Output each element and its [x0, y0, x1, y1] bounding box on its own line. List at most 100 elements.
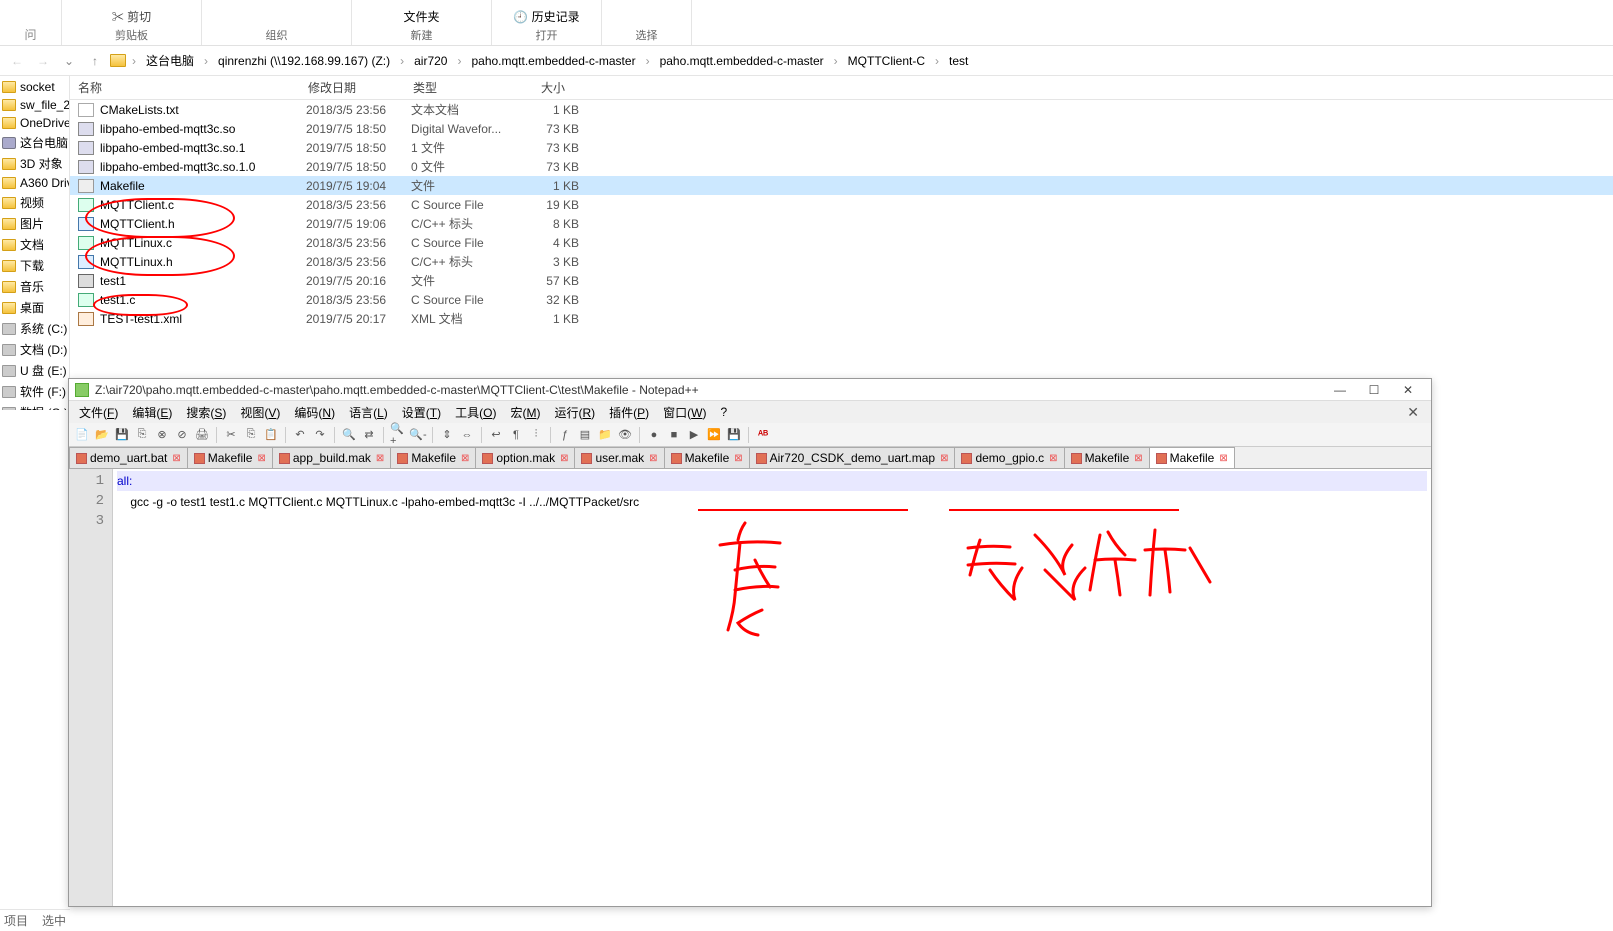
col-type[interactable]: 类型 — [405, 75, 513, 100]
folder-tree[interactable]: socketsw_file_2019OneDrive这台电脑3D 对象A360 … — [0, 76, 70, 410]
npp-tab[interactable]: Air720_CSDK_demo_uart.map⊠ — [749, 447, 956, 468]
code-area[interactable]: all: gcc -g -o test1 test1.c MQTTClient.… — [113, 469, 1431, 906]
npp-tab[interactable]: Makefile⊠ — [390, 447, 476, 468]
npp-tab[interactable]: Makefile⊠ — [664, 447, 750, 468]
tree-item[interactable]: A360 Drive — [0, 174, 69, 192]
npp-menu-item[interactable]: ? — [714, 403, 733, 421]
breadcrumb[interactable]: › 这台电脑› qinrenzhi (\\192.168.99.167) (Z:… — [130, 50, 1607, 71]
nav-back-icon[interactable]: ← — [6, 50, 28, 72]
file-row[interactable]: test12019/7/5 20:16文件57 KB — [70, 271, 1613, 290]
save-all-icon[interactable]: ⎘ — [133, 426, 151, 444]
minimize-button[interactable]: — — [1323, 380, 1357, 400]
play-multi-icon[interactable]: ⏩ — [705, 426, 723, 444]
file-row[interactable]: Makefile2019/7/5 19:04文件1 KB — [70, 176, 1613, 195]
npp-menu-item[interactable]: 运行(R) — [548, 402, 601, 423]
nav-forward-icon[interactable]: → — [32, 50, 54, 72]
indent-guide-icon[interactable]: ⫶ — [527, 426, 545, 444]
undo-icon[interactable]: ↶ — [291, 426, 309, 444]
npp-titlebar[interactable]: Z:\air720\paho.mqtt.embedded-c-master\pa… — [69, 379, 1431, 401]
file-row[interactable]: MQTTLinux.c2018/3/5 23:56C Source File4 … — [70, 233, 1613, 252]
crumb-drive[interactable]: qinrenzhi (\\192.168.99.167) (Z:) — [212, 52, 396, 70]
sync-h-icon[interactable]: ⇔ — [458, 426, 476, 444]
npp-tab[interactable]: Makefile⊠ — [187, 447, 273, 468]
npp-menu-item[interactable]: 窗口(W) — [657, 402, 712, 423]
tree-item[interactable]: 文档 (D:) — [0, 339, 69, 360]
tree-item[interactable]: socket — [0, 78, 69, 96]
monitor-icon[interactable]: 👁 — [616, 426, 634, 444]
npp-menu-item[interactable]: 宏(M) — [504, 402, 546, 423]
npp-tab[interactable]: demo_uart.bat⊠ — [69, 447, 188, 468]
file-row[interactable]: libpaho-embed-mqtt3c.so.1.02019/7/5 18:5… — [70, 157, 1613, 176]
folder-workspace-icon[interactable]: 📁 — [596, 426, 614, 444]
replace-icon[interactable]: ⇄ — [360, 426, 378, 444]
open-file-icon[interactable]: 📂 — [93, 426, 111, 444]
npp-menu-item[interactable]: 语言(L) — [343, 402, 394, 423]
file-row[interactable]: MQTTClient.h2019/7/5 19:06C/C++ 标头8 KB — [70, 214, 1613, 233]
nav-up-icon[interactable]: ↑ — [84, 50, 106, 72]
npp-menu-item[interactable]: 搜索(S) — [180, 402, 232, 423]
npp-tab[interactable]: user.mak⊠ — [574, 447, 664, 468]
npp-editor[interactable]: 123 all: gcc -g -o test1 test1.c MQTTCli… — [69, 469, 1431, 906]
tree-item[interactable]: 这台电脑 — [0, 132, 69, 153]
new-file-icon[interactable]: 📄 — [73, 426, 91, 444]
show-all-icon[interactable]: ¶ — [507, 426, 525, 444]
find-icon[interactable]: 🔍 — [340, 426, 358, 444]
tab-close-icon[interactable]: ⊠ — [1049, 453, 1057, 464]
record-macro-icon[interactable]: ● — [645, 426, 663, 444]
sync-v-icon[interactable]: ⇕ — [438, 426, 456, 444]
file-row[interactable]: MQTTClient.c2018/3/5 23:56C Source File1… — [70, 195, 1613, 214]
crumb-5[interactable]: MQTTClient-C — [842, 52, 931, 70]
nav-recent-icon[interactable]: ⌄ — [58, 50, 80, 72]
tab-close-icon[interactable]: ⊠ — [1134, 453, 1142, 464]
tree-item[interactable]: OneDrive — [0, 114, 69, 132]
tree-item[interactable]: 软件 (F:) — [0, 381, 69, 402]
crumb-3[interactable]: paho.mqtt.embedded-c-master — [465, 52, 641, 70]
paste-icon[interactable]: 📋 — [262, 426, 280, 444]
tab-close-icon[interactable]: ⊠ — [734, 453, 742, 464]
tab-close-icon[interactable]: ⊠ — [461, 453, 469, 464]
print-icon[interactable]: 🖨 — [193, 426, 211, 444]
stop-macro-icon[interactable]: ■ — [665, 426, 683, 444]
play-macro-icon[interactable]: ▶ — [685, 426, 703, 444]
close-all-icon[interactable]: ⊘ — [173, 426, 191, 444]
npp-menu-item[interactable]: 编辑(E) — [126, 402, 178, 423]
file-row[interactable]: libpaho-embed-mqtt3c.so.12019/7/5 18:501… — [70, 138, 1613, 157]
spellcheck-icon[interactable]: ᴬᴮ — [754, 426, 772, 444]
npp-menu-item[interactable]: 设置(T) — [396, 402, 447, 423]
doc-map-icon[interactable]: ▤ — [576, 426, 594, 444]
npp-tab[interactable]: demo_gpio.c⊠ — [954, 447, 1064, 468]
crumb-6[interactable]: test — [943, 52, 974, 70]
tree-item[interactable]: 系统 (C:) — [0, 318, 69, 339]
tab-close-icon[interactable]: ⊠ — [940, 453, 948, 464]
maximize-button[interactable]: ☐ — [1357, 380, 1391, 400]
col-name[interactable]: 名称 — [70, 75, 300, 100]
wrap-icon[interactable]: ↩ — [487, 426, 505, 444]
file-row[interactable]: test1.c2018/3/5 23:56C Source File32 KB — [70, 290, 1613, 309]
tab-close-icon[interactable]: ⊠ — [376, 453, 384, 464]
npp-menu-item[interactable]: 工具(O) — [449, 402, 502, 423]
npp-doc-close-icon[interactable]: ✕ — [1399, 404, 1427, 421]
save-icon[interactable]: 💾 — [113, 426, 131, 444]
file-row[interactable]: libpaho-embed-mqtt3c.so2019/7/5 18:50Dig… — [70, 119, 1613, 138]
tree-item[interactable]: 图片 — [0, 213, 69, 234]
cut-icon[interactable]: ✂ — [222, 426, 240, 444]
save-macro-icon[interactable]: 💾 — [725, 426, 743, 444]
close-button[interactable]: ✕ — [1391, 380, 1425, 400]
zoom-in-icon[interactable]: 🔍+ — [389, 426, 407, 444]
tab-close-icon[interactable]: ⊠ — [172, 453, 180, 464]
col-date[interactable]: 修改日期 — [300, 75, 405, 100]
file-row[interactable]: TEST-test1.xml2019/7/5 20:17XML 文档1 KB — [70, 309, 1613, 328]
crumb-4[interactable]: paho.mqtt.embedded-c-master — [654, 52, 830, 70]
file-row[interactable]: CMakeLists.txt2018/3/5 23:56文本文档1 KB — [70, 100, 1613, 119]
tree-item[interactable]: 数据 (G:) — [0, 402, 69, 410]
tab-close-icon[interactable]: ⊠ — [1219, 453, 1227, 464]
npp-menu-item[interactable]: 编码(N) — [288, 402, 341, 423]
npp-tab[interactable]: Makefile⊠ — [1149, 447, 1235, 468]
crumb-2[interactable]: air720 — [408, 52, 453, 70]
tree-item[interactable]: 桌面 — [0, 297, 69, 318]
npp-tab[interactable]: app_build.mak⊠ — [272, 447, 391, 468]
tab-close-icon[interactable]: ⊠ — [649, 453, 657, 464]
tree-item[interactable]: 视频 — [0, 192, 69, 213]
scissors-icon[interactable]: ✂ 剪切 — [112, 8, 151, 25]
tree-item[interactable]: sw_file_2019 — [0, 96, 69, 114]
